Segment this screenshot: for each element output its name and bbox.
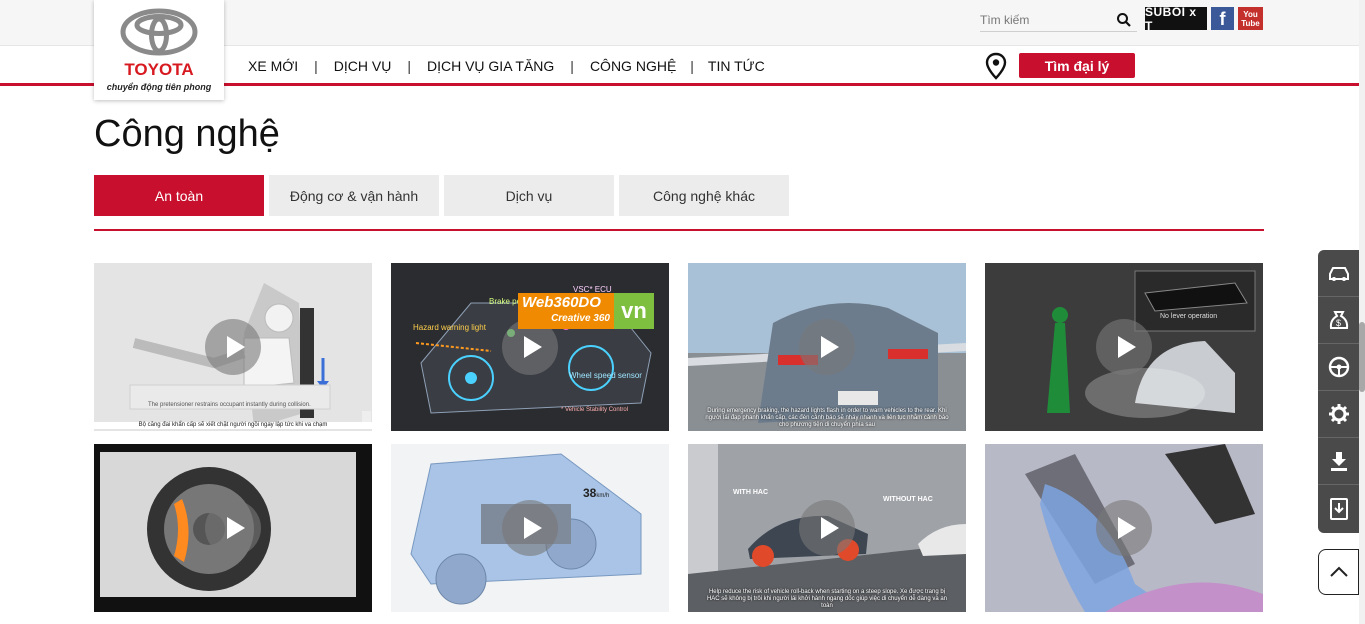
tab-dong-co-van-hanh[interactable]: Động cơ & vận hành (269, 175, 439, 216)
quick-tools-dock: $ (1318, 250, 1359, 533)
nav-separator: | (314, 58, 318, 74)
nav-item-dich-vu[interactable]: DỊCH VỤ (334, 58, 392, 74)
toyota-logo[interactable]: TOYOTA chuyển động tiên phong (94, 0, 224, 100)
video-label: WITHOUT HAC (883, 496, 933, 503)
video-label: Hazard warning light (413, 323, 486, 332)
speed-value: 38 (583, 486, 597, 500)
play-icon[interactable] (799, 319, 855, 375)
nav-item-dich-vu-gia-tang[interactable]: DỊCH VỤ GIA TĂNG (427, 58, 554, 74)
video-label: Wheel speed sensor (569, 371, 642, 380)
watermark-tld: vn (614, 293, 654, 329)
youtube-icon[interactable]: You Tube (1238, 7, 1263, 30)
watermark-main: Web360DO Creative 360 (518, 293, 614, 329)
video-overlay-text: The pretensioner restrains occupant inst… (148, 402, 311, 408)
search-icon[interactable] (1116, 12, 1132, 28)
video-caption: During emergency braking, the hazard lig… (705, 408, 949, 428)
tabs-divider (94, 229, 1264, 231)
watermark-line2: Creative 360 (551, 313, 610, 324)
video-card[interactable]: The pretensioner restrains occupant inst… (94, 263, 372, 431)
play-icon[interactable] (502, 500, 558, 556)
youtube-bottom-text: Tube (1241, 18, 1260, 28)
dock-steering-wheel-icon[interactable] (1318, 344, 1359, 391)
svg-text:$: $ (1336, 318, 1341, 328)
nav-item-tin-tuc[interactable]: TIN TỨC (708, 58, 765, 74)
video-caption: Bộ căng đai khẩn cấp sẽ xiết chặt người … (94, 422, 372, 429)
nav-separator: | (407, 58, 411, 74)
search-input[interactable] (980, 12, 1116, 27)
logo-tagline: chuyển động tiên phong (106, 82, 212, 92)
dock-money-bag-icon[interactable]: $ (1318, 297, 1359, 344)
back-to-top-button[interactable] (1318, 549, 1359, 595)
video-card[interactable]: WITH HAC WITHOUT HAC Help reduce the ris… (688, 444, 966, 612)
speed-readout: 38km/h (583, 486, 609, 500)
dock-gear-icon[interactable] (1318, 391, 1359, 438)
page-title: Công nghệ (94, 113, 280, 155)
play-icon[interactable] (205, 319, 261, 375)
play-icon[interactable] (799, 500, 855, 556)
search-box (980, 8, 1137, 32)
scrollbar-thumb[interactable] (1359, 322, 1365, 392)
facebook-icon[interactable]: f (1211, 7, 1234, 30)
page-scrollbar[interactable] (1359, 0, 1365, 624)
web360do-watermark: Web360DO Creative 360 vn (518, 293, 658, 329)
play-icon[interactable] (205, 500, 261, 556)
video-caption: Help reduce the risk of vehicle roll-bac… (706, 589, 948, 609)
play-icon[interactable] (1096, 500, 1152, 556)
nav-item-cong-nghe[interactable]: CÔNG NGHỆ (590, 58, 676, 74)
main-menu: XE MỚI | DỊCH VỤ | DỊCH VỤ GIA TĂNG | CÔ… (248, 58, 765, 74)
toyota-emblem-icon (120, 8, 198, 56)
tab-cong-nghe-khac[interactable]: Công nghệ khác (619, 175, 789, 216)
video-card[interactable]: Brake pedal VSC* ECU Hazard warning ligh… (391, 263, 669, 431)
video-card[interactable]: 38km/h (391, 444, 669, 612)
find-dealer-button[interactable]: Tìm đại lý (1019, 53, 1135, 78)
play-icon[interactable] (1096, 319, 1152, 375)
video-overlay-text: No lever operation (1160, 313, 1218, 320)
watermark-line1: Web360DO (522, 294, 601, 311)
nav-separator: | (570, 58, 574, 74)
nav-item-xe-moi[interactable]: XE MỚI (248, 58, 298, 74)
video-card[interactable]: During emergency braking, the hazard lig… (688, 263, 966, 431)
logo-brand: TOYOTA (124, 60, 194, 79)
video-card[interactable] (985, 444, 1263, 612)
video-grid: The pretensioner restrains occupant inst… (94, 263, 1263, 612)
location-pin-icon[interactable] (985, 52, 1007, 80)
video-card[interactable] (94, 444, 372, 612)
dock-document-download-icon[interactable] (1318, 485, 1359, 532)
chevron-up-icon (1329, 566, 1348, 577)
speed-unit: km/h (596, 493, 610, 499)
video-label: WITH HAC (733, 489, 768, 496)
video-footnote: * Vehicle Stability Control (561, 407, 629, 413)
tab-dich-vu[interactable]: Dịch vụ (444, 175, 614, 216)
youtube-top-text: You (1243, 9, 1258, 19)
tab-an-toan[interactable]: An toàn (94, 175, 264, 216)
suboi-link[interactable]: SUBOI x T (1145, 5, 1207, 33)
dock-download-icon[interactable] (1318, 438, 1359, 485)
nav-separator: | (690, 58, 694, 74)
category-tabs: An toàn Động cơ & vận hành Dịch vụ Công … (94, 175, 789, 216)
dock-car-icon[interactable] (1318, 250, 1359, 297)
video-card[interactable]: No lever operation (985, 263, 1263, 431)
